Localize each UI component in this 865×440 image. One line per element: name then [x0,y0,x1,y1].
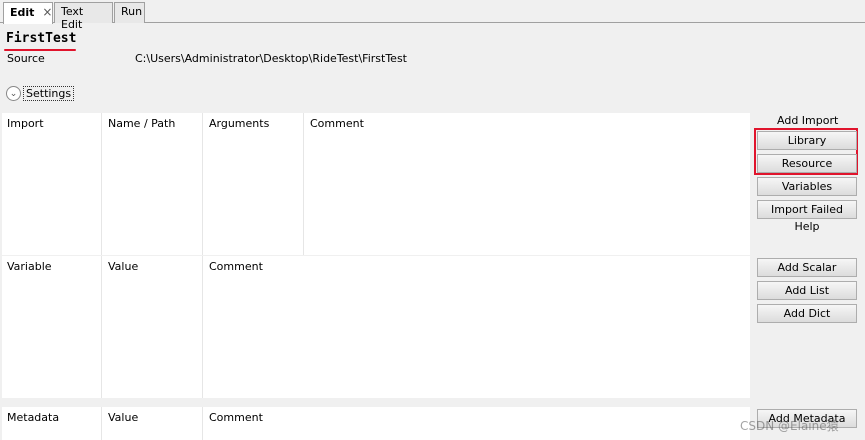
value-header: Value [108,411,139,424]
name-path-header: Name / Path [108,117,176,130]
arguments-column [203,113,304,255]
comment-header: Comment [310,117,364,130]
watermark: CSDN @Elaine猿 [740,419,839,433]
value-header: Value [108,260,139,273]
name-path-column [102,113,203,255]
title-underline [4,49,76,51]
metadata-table[interactable]: Metadata Value Comment [2,407,750,440]
tab-text-edit-label: Text Edit [61,5,84,31]
value-column [102,256,203,398]
settings-toggle[interactable]: ⌄ Settings [6,86,75,101]
resource-button[interactable]: Resource [757,154,857,173]
tab-run[interactable]: Run [114,2,145,23]
source-label: Source [7,52,45,65]
tab-run-label: Run [121,5,143,18]
page-title: FirstTest [6,31,77,46]
add-list-button[interactable]: Add List [757,281,857,300]
tab-edit-label: Edit [10,6,35,19]
library-button[interactable]: Library [757,131,857,150]
arguments-header: Arguments [209,117,270,130]
variable-column [2,256,102,398]
variables-button[interactable]: Variables [757,177,857,196]
source-path: C:\Users\Administrator\Desktop\RideTest\… [135,52,407,65]
comment-header: Comment [209,411,263,424]
import-header: Import [7,117,44,130]
import-column [2,113,102,255]
close-icon[interactable]: × [42,5,52,19]
chevron-down-icon[interactable]: ⌄ [6,86,21,101]
tab-bar: Edit × Text Edit Run [0,0,865,31]
add-scalar-button[interactable]: Add Scalar [757,258,857,277]
tab-text-edit[interactable]: Text Edit [54,2,113,31]
add-dict-button[interactable]: Add Dict [757,304,857,323]
variable-table[interactable]: Variable Value Comment [2,256,750,398]
metadata-header: Metadata [7,411,60,424]
settings-label: Settings [23,86,75,101]
add-import-label: Add Import [777,114,839,127]
import-table[interactable]: Import Name / Path Arguments Comment [2,113,750,255]
comment-header: Comment [209,260,263,273]
variable-header: Variable [7,260,52,273]
tab-edit[interactable]: Edit × [3,2,53,24]
import-failed-help-button[interactable]: Import Failed Help [757,200,857,233]
